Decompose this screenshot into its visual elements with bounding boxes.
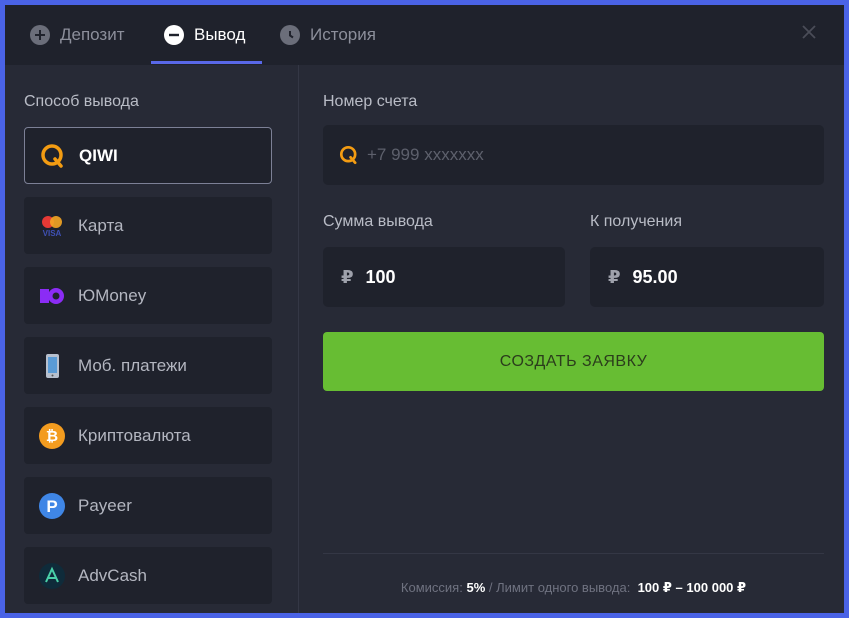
qiwi-input-icon bbox=[339, 145, 359, 165]
method-advcash[interactable]: AdvCash bbox=[24, 547, 272, 604]
payeer-icon: P bbox=[38, 492, 66, 520]
method-card[interactable]: VISA Карта bbox=[24, 197, 272, 254]
limit-max: 100 000 ₽ bbox=[686, 580, 747, 595]
method-card-label: Карта bbox=[78, 215, 124, 235]
tab-bar: Депозит Вывод История bbox=[5, 5, 844, 65]
method-qiwi[interactable]: QIWI bbox=[24, 127, 272, 184]
clock-icon bbox=[280, 25, 300, 45]
column-divider bbox=[298, 65, 299, 613]
method-panel: Способ вывода QIWI VISA Карта ЮMoney Моб… bbox=[5, 65, 298, 613]
receive-label: К получения bbox=[590, 213, 682, 230]
qiwi-icon bbox=[39, 142, 67, 170]
create-request-button[interactable]: СОЗДАТЬ ЗАЯВКУ bbox=[323, 332, 824, 391]
method-crypto-label: Криптовалюта bbox=[78, 425, 191, 445]
account-label: Номер счета bbox=[323, 93, 418, 110]
method-payeer-label: Payeer bbox=[78, 495, 132, 515]
ruble-icon: ₽ bbox=[341, 266, 354, 287]
tab-deposit-label: Депозит bbox=[60, 25, 125, 44]
card-icon: VISA bbox=[38, 212, 66, 240]
svg-text:P: P bbox=[46, 497, 57, 516]
phone-icon bbox=[38, 352, 66, 380]
yoomoney-icon bbox=[38, 282, 66, 310]
footer-divider bbox=[323, 553, 824, 554]
method-yoomoney[interactable]: ЮMoney bbox=[24, 267, 272, 324]
bitcoin-icon: ₿ bbox=[38, 422, 66, 450]
receive-field: ₽ 95.00 bbox=[590, 247, 824, 307]
method-yoomoney-label: ЮMoney bbox=[78, 285, 147, 305]
withdraw-modal: Депозит Вывод История Способ вывода QIWI bbox=[5, 5, 844, 613]
tab-withdraw[interactable]: Вывод bbox=[164, 5, 245, 65]
method-advcash-label: AdvCash bbox=[78, 565, 147, 585]
commission-label: Комиссия: bbox=[400, 580, 463, 595]
footer-separator: / bbox=[488, 580, 493, 595]
tab-deposit[interactable]: Депозит bbox=[30, 5, 125, 65]
limit-dash: – bbox=[675, 580, 683, 595]
close-icon bbox=[802, 25, 816, 39]
account-placeholder: +7 999 xxxxxxx bbox=[367, 145, 484, 164]
receive-value: 95.00 bbox=[632, 266, 678, 287]
advcash-icon bbox=[38, 562, 66, 590]
plus-circle-icon bbox=[30, 25, 50, 45]
tab-withdraw-label: Вывод bbox=[194, 25, 246, 44]
method-mobile[interactable]: Моб. платежи bbox=[24, 337, 272, 394]
amount-input[interactable]: ₽ 100 bbox=[323, 247, 565, 307]
tab-history-label: История bbox=[310, 25, 376, 44]
tab-history[interactable]: История bbox=[280, 5, 376, 65]
account-input[interactable]: +7 999 xxxxxxx bbox=[323, 125, 824, 185]
close-button[interactable] bbox=[798, 21, 820, 43]
method-crypto[interactable]: ₿ Криптовалюта bbox=[24, 407, 272, 464]
svg-text:VISA: VISA bbox=[43, 229, 62, 238]
method-qiwi-label: QIWI bbox=[79, 145, 118, 165]
svg-text:₿: ₿ bbox=[46, 427, 58, 445]
commission-value: 5% bbox=[466, 580, 486, 595]
amount-label: Сумма вывода bbox=[323, 213, 433, 230]
method-payeer[interactable]: P Payeer bbox=[24, 477, 272, 534]
active-tab-indicator bbox=[151, 61, 262, 64]
minus-circle-icon bbox=[164, 25, 184, 45]
limit-label: Лимит одного вывода: bbox=[496, 580, 631, 595]
amount-value: 100 bbox=[365, 266, 396, 287]
footer-info: Комиссия: 5% / Лимит одного вывода: 100 … bbox=[323, 580, 824, 596]
limit-min: 100 ₽ bbox=[637, 580, 672, 595]
ruble-icon: ₽ bbox=[608, 266, 621, 287]
method-mobile-label: Моб. платежи bbox=[78, 355, 187, 375]
method-title: Способ вывода bbox=[24, 93, 139, 110]
